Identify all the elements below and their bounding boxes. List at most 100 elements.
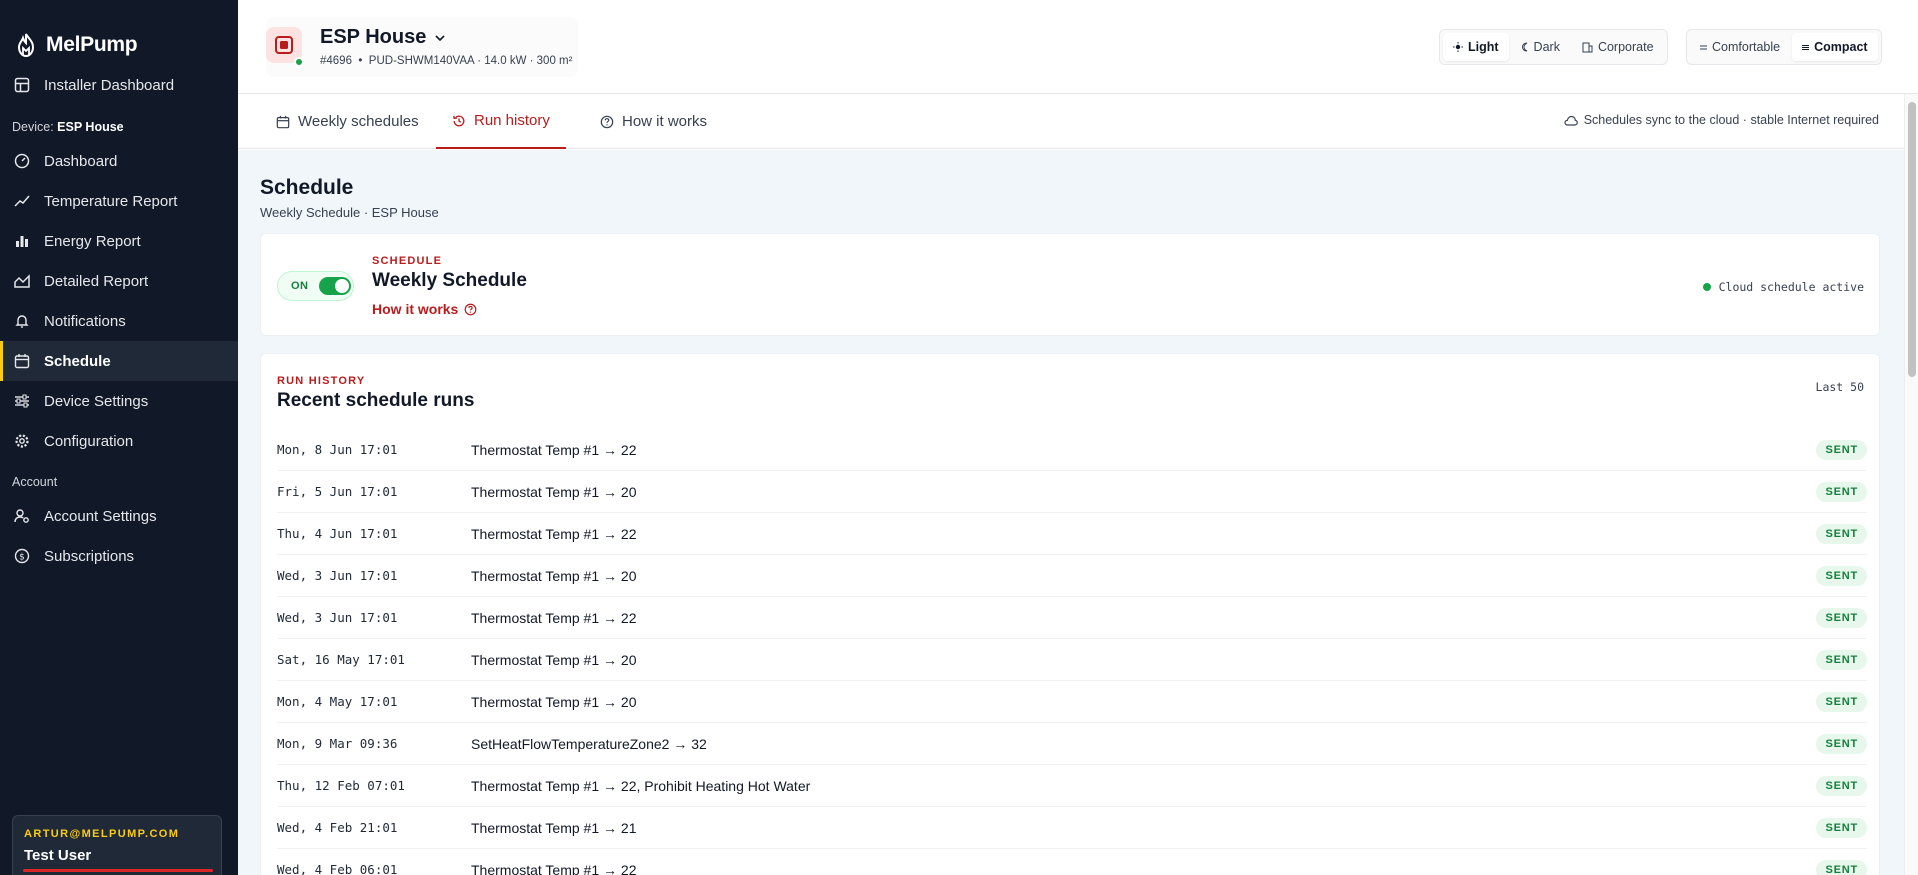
- main-content: Schedule Weekly Schedule · ESP House ON …: [238, 150, 1904, 875]
- run-history-card: RUN HISTORY Recent schedule runs Last 50…: [260, 353, 1880, 875]
- dollar-circle-icon: $: [14, 548, 30, 564]
- schedule-toggle[interactable]: ON: [277, 271, 354, 301]
- run-date: Thu, 4 Jun 17:01: [277, 526, 398, 541]
- sidebar-item-detailed-report[interactable]: Detailed Report: [0, 261, 238, 301]
- sidebar-item-installer-dashboard[interactable]: Installer Dashboard: [0, 65, 238, 105]
- user-card[interactable]: ARTUR@MELPUMP.COM Test User: [12, 815, 222, 875]
- sidebar-item-label: Configuration: [44, 432, 134, 450]
- lines-icon: [1700, 44, 1707, 51]
- theme-corporate-button[interactable]: Corporate: [1572, 33, 1664, 61]
- density-compact-button[interactable]: Compact: [1792, 33, 1878, 61]
- sidebar-item-configuration[interactable]: Configuration: [0, 421, 238, 461]
- table-row: Wed, 4 Feb 06:01 Thermostat Temp #1 → 22…: [277, 849, 1867, 875]
- table-row: Fri, 5 Jun 17:01 Thermostat Temp #1 → 20…: [277, 471, 1867, 513]
- theme-dark-button[interactable]: Dark: [1511, 33, 1570, 61]
- user-card-accent: [23, 869, 213, 872]
- page-title: Schedule: [260, 176, 354, 199]
- run-date: Wed, 4 Feb 06:01: [277, 862, 398, 875]
- user-name: Test User: [24, 847, 92, 864]
- status-badge: SENT: [1816, 733, 1867, 754]
- device-selector[interactable]: ESP House #4696 • PUD-SHWM140VAA · 14.0 …: [266, 17, 578, 77]
- run-action: Thermostat Temp #1 → 21: [471, 819, 637, 836]
- run-action: Thermostat Temp #1 → 22: [471, 525, 637, 542]
- lines-compact-icon: [1802, 44, 1810, 51]
- run-date: Sat, 16 May 17:01: [277, 652, 405, 667]
- device-specs: PUD-SHWM140VAA · 14.0 kW · 300 m²: [368, 55, 573, 67]
- density-comfortable-button[interactable]: Comfortable: [1690, 33, 1790, 61]
- page-subtitle: Weekly Schedule · ESP House: [260, 205, 439, 220]
- run-date: Wed, 3 Jun 17:01: [277, 568, 398, 583]
- status-badge: SENT: [1816, 439, 1867, 460]
- sidebar-item-energy-report[interactable]: Energy Report: [0, 221, 238, 261]
- sidebar-item-label: Schedule: [44, 352, 111, 370]
- area-chart-icon: [14, 273, 30, 289]
- run-history-count: Last 50: [1815, 380, 1864, 394]
- status-dot: [1702, 283, 1711, 291]
- table-row: Mon, 9 Mar 09:36 SetHeatFlowTemperatureZ…: [277, 723, 1867, 765]
- sidebar-item-device-settings[interactable]: Device Settings: [0, 381, 238, 421]
- history-icon: [452, 114, 466, 128]
- page-scrollbar[interactable]: [1904, 94, 1918, 875]
- toggle-state-label: ON: [291, 280, 309, 292]
- cloud-icon: [1564, 115, 1578, 126]
- run-action: SetHeatFlowTemperatureZone2 → 32: [471, 735, 707, 752]
- svg-text:$: $: [19, 553, 25, 563]
- sidebar-item-temperature-report[interactable]: Temperature Report: [0, 181, 238, 221]
- gauge-icon: [14, 153, 30, 169]
- run-action: Thermostat Temp #1 → 22, Prohibit Heatin…: [471, 777, 811, 794]
- density-switcher: Comfortable Compact: [1686, 29, 1882, 65]
- how-it-works-link[interactable]: How it works: [372, 301, 477, 317]
- table-row: Wed, 4 Feb 21:01 Thermostat Temp #1 → 21…: [277, 807, 1867, 849]
- top-header: ESP House #4696 • PUD-SHWM140VAA · 14.0 …: [238, 0, 1918, 94]
- sidebar-item-label: Subscriptions: [44, 547, 135, 565]
- user-email: ARTUR@MELPUMP.COM: [24, 828, 180, 840]
- run-action: Thermostat Temp #1 → 20: [471, 651, 637, 668]
- sidebar-item-dashboard[interactable]: Dashboard: [0, 141, 238, 181]
- device-meta: #4696 • PUD-SHWM140VAA · 14.0 kW · 300 m…: [320, 55, 573, 67]
- calendar-icon: [14, 353, 30, 369]
- tab-run-history[interactable]: Run history: [436, 94, 566, 149]
- sidebar-item-label: Account Settings: [44, 507, 157, 525]
- status-badge: SENT: [1816, 775, 1867, 796]
- cloud-status: Cloud schedule active: [1702, 280, 1864, 294]
- tab-bar: Weekly schedules Run history How it work…: [238, 94, 1918, 149]
- sidebar-item-account-settings[interactable]: Account Settings: [0, 496, 238, 536]
- table-row: Wed, 3 Jun 17:01 Thermostat Temp #1 → 20…: [277, 555, 1867, 597]
- run-date: Mon, 8 Jun 17:01: [277, 442, 398, 457]
- device-id: #4696: [320, 55, 352, 67]
- theme-switcher: Light Dark Corporate: [1439, 29, 1668, 65]
- run-action: Thermostat Temp #1 → 22: [471, 861, 637, 875]
- scrollbar-thumb[interactable]: [1908, 102, 1916, 377]
- app-logo[interactable]: MelPump: [0, 0, 238, 68]
- run-action: Thermostat Temp #1 → 20: [471, 567, 637, 584]
- table-row: Sat, 16 May 17:01 Thermostat Temp #1 → 2…: [277, 639, 1867, 681]
- sliders-icon: [14, 393, 30, 409]
- app-name: MelPump: [46, 33, 138, 56]
- account-section-heading: Account: [12, 475, 58, 489]
- tab-how-it-works[interactable]: How it works: [584, 94, 723, 149]
- sidebar-item-label: Notifications: [44, 312, 126, 330]
- sidebar-item-subscriptions[interactable]: $ Subscriptions: [0, 536, 238, 576]
- help-circle-icon: [464, 303, 477, 316]
- run-action: Thermostat Temp #1 → 22: [471, 441, 637, 458]
- device-name: ESP House: [320, 26, 446, 49]
- building-icon: [1582, 42, 1593, 53]
- sidebar-item-label: Device Settings: [44, 392, 149, 410]
- run-date: Thu, 12 Feb 07:01: [277, 778, 405, 793]
- toggle-switch[interactable]: [318, 277, 351, 295]
- run-date: Wed, 4 Feb 21:01: [277, 820, 398, 835]
- calendar-icon: [276, 115, 290, 129]
- sidebar-item-schedule[interactable]: Schedule: [0, 341, 238, 381]
- help-circle-icon: [600, 115, 614, 129]
- trend-line-icon: [14, 193, 30, 209]
- status-badge: SENT: [1816, 691, 1867, 712]
- run-action: Thermostat Temp #1 → 20: [471, 693, 637, 710]
- theme-light-button[interactable]: Light: [1443, 33, 1509, 61]
- sidebar-item-label: Temperature Report: [44, 192, 178, 210]
- status-badge: SENT: [1816, 817, 1867, 838]
- tab-weekly-schedules[interactable]: Weekly schedules: [260, 94, 435, 149]
- status-badge: SENT: [1816, 481, 1867, 502]
- sidebar-item-label: Installer Dashboard: [44, 76, 175, 94]
- user-cog-icon: [14, 508, 30, 524]
- sidebar-item-notifications[interactable]: Notifications: [0, 301, 238, 341]
